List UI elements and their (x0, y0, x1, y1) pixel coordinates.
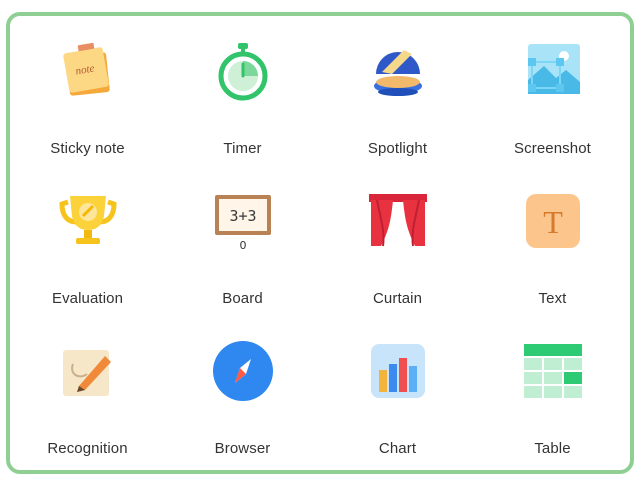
tool-board[interactable]: 3+3 0 Board (165, 184, 320, 334)
tool-label: Sticky note (50, 140, 125, 157)
svg-text:T: T (543, 204, 563, 240)
tool-chart[interactable]: Chart (320, 334, 475, 484)
text-icon: T (518, 184, 588, 258)
bar-chart-icon (363, 334, 433, 408)
recognition-icon (53, 334, 123, 408)
svg-text:0: 0 (239, 239, 246, 252)
tool-screenshot[interactable]: Screenshot (475, 34, 630, 184)
table-icon (518, 334, 588, 408)
tool-table[interactable]: Table (475, 334, 630, 484)
svg-text:3+3: 3+3 (229, 207, 256, 225)
tools-grid: note Sticky note Timer Spotlight Screens… (10, 34, 630, 484)
tools-panel: note Sticky note Timer Spotlight Screens… (6, 12, 634, 474)
tool-label: Curtain (372, 290, 423, 307)
tool-timer[interactable]: Timer (165, 34, 320, 184)
tool-label: Evaluation (51, 290, 124, 307)
tool-label: Table (534, 440, 571, 457)
tool-label: Timer (223, 140, 262, 157)
board-icon: 3+3 0 (208, 184, 278, 258)
tool-recognition[interactable]: Recognition (10, 334, 165, 484)
spotlight-icon (363, 34, 433, 108)
tool-browser[interactable]: Browser (165, 334, 320, 484)
tool-text[interactable]: T Text (475, 184, 630, 334)
tool-spotlight[interactable]: Spotlight (320, 34, 475, 184)
tool-sticky-note[interactable]: note Sticky note (10, 34, 165, 184)
timer-icon (208, 34, 278, 108)
tool-label: Recognition (47, 440, 128, 457)
tool-label: Board (222, 290, 263, 307)
tool-label: Screenshot (514, 140, 591, 157)
tool-evaluation[interactable]: Evaluation (10, 184, 165, 334)
compass-icon (208, 334, 278, 408)
screenshot-icon (518, 34, 588, 108)
tool-label: Spotlight (367, 140, 428, 157)
panel-title-fragment (10, 6, 630, 20)
trophy-icon (53, 184, 123, 258)
tool-label: Chart (378, 440, 417, 457)
sticky-note-icon: note (53, 34, 123, 108)
curtain-icon (363, 184, 433, 258)
tool-label: Browser (214, 440, 271, 457)
tool-label: Text (538, 290, 567, 307)
tool-curtain[interactable]: Curtain (320, 184, 475, 334)
